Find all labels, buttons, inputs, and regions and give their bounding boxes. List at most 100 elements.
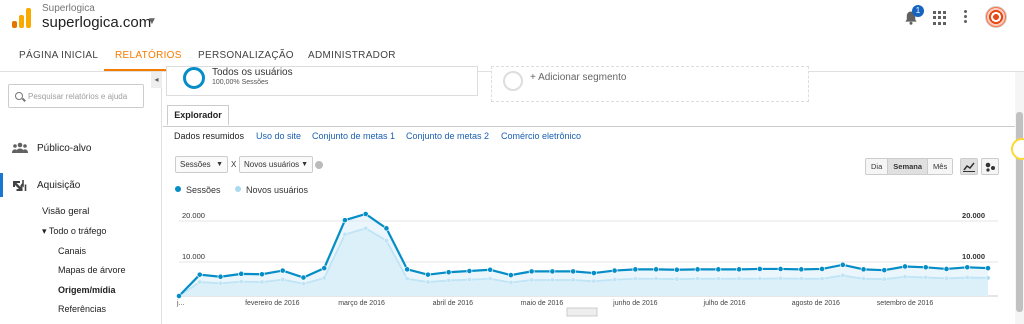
metric2-select[interactable]: Novos usuários ▼ <box>239 156 313 173</box>
sidebar-item-publico-alvo[interactable]: Público-alvo <box>37 143 91 154</box>
data-point <box>425 271 431 278</box>
tab-administrador[interactable]: ADMINISTRADOR <box>308 50 396 61</box>
line-chart-button[interactable] <box>960 158 978 175</box>
sidebar-item-todo-trafego[interactable]: ▾ Todo o tráfego <box>42 226 106 237</box>
data-point <box>196 271 203 278</box>
data-point <box>653 266 660 273</box>
data-point <box>466 268 473 274</box>
period-dia-button[interactable]: Dia <box>866 159 889 174</box>
data-point <box>342 217 348 224</box>
data-point <box>756 266 763 272</box>
sidebar-item-canais[interactable]: Canais <box>58 246 86 256</box>
remove-metric-icon[interactable] <box>315 161 323 169</box>
search-icon <box>15 92 23 100</box>
subtab-dados-resumidos[interactable]: Dados resumidos <box>174 131 244 141</box>
subtab-uso-do-site[interactable]: Uso do site <box>256 131 301 141</box>
legend-sessoes[interactable]: Sessões <box>175 185 221 195</box>
add-segment[interactable]: + Adicionar segmento <box>491 66 809 102</box>
period-mes-button[interactable]: Mês <box>928 159 953 174</box>
sidebar-item-mapas-arvore[interactable]: Mapas de árvore <box>58 265 126 275</box>
y-tick-label-right: 10.000 <box>962 252 985 261</box>
period-semana-button[interactable]: Semana <box>888 159 929 174</box>
data-point <box>922 264 929 271</box>
legend-label: Sessões <box>186 185 221 195</box>
data-point <box>570 268 577 275</box>
x-tick-label: j... <box>176 300 184 307</box>
tab-explorador[interactable]: Explorador <box>167 105 229 126</box>
subtab-comercio-eletronico[interactable]: Comércio eletrônico <box>501 131 581 141</box>
tab-pagina-inicial[interactable]: PÁGINA INICIAL <box>19 50 98 61</box>
segment-detail: 100,00% Sessões <box>212 79 269 86</box>
legend-dot <box>235 186 241 192</box>
y-tick-label: 20.000 <box>182 211 205 220</box>
data-point <box>362 211 369 217</box>
data-point <box>507 272 514 278</box>
x-tick-label: agosto de 2016 <box>792 300 840 307</box>
legend-novos-usuarios[interactable]: Novos usuários <box>235 185 308 195</box>
chevron-down-icon: ▼ <box>301 161 308 168</box>
metric1-select[interactable]: Sessões ▼ <box>175 156 228 173</box>
data-point <box>715 266 722 273</box>
data-point <box>943 266 950 272</box>
x-tick-label: abril de 2016 <box>433 300 474 307</box>
segment-all-users[interactable]: Todos os usuários 100,00% Sessões <box>166 66 478 96</box>
bubble-chart-icon <box>985 162 995 172</box>
data-point <box>881 267 888 274</box>
sidebar-item-referencias[interactable]: Referências <box>58 304 106 314</box>
data-point <box>777 266 784 272</box>
legend-label: Novos usuários <box>246 185 309 195</box>
segment-name: Todos os usuários <box>212 67 293 78</box>
metric2-value: Novos usuários <box>244 160 300 169</box>
chevron-down-icon[interactable]: ▼ <box>147 16 157 27</box>
data-point <box>279 267 286 274</box>
subtab-conjunto-metas-2[interactable]: Conjunto de metas 2 <box>406 131 489 141</box>
period-selector: Dia Semana Mês <box>865 158 954 175</box>
data-point <box>300 274 307 281</box>
active-item-indicator <box>0 173 3 197</box>
divider <box>163 126 1015 127</box>
x-tick-label: junho de 2016 <box>612 300 657 307</box>
sidebar-item-visao-geral[interactable]: Visão geral <box>42 206 89 217</box>
data-point <box>238 270 245 277</box>
x-tick-label: julho de 2016 <box>703 300 746 307</box>
notification-badge: 1 <box>912 5 924 17</box>
motion-chart-button[interactable] <box>981 158 999 175</box>
collapse-sidebar-button[interactable]: ◂ <box>151 72 162 88</box>
data-point <box>383 225 390 232</box>
data-point <box>839 261 846 268</box>
data-point <box>259 271 265 278</box>
subtab-conjunto-metas-1[interactable]: Conjunto de metas 1 <box>312 131 395 141</box>
data-point <box>798 266 805 273</box>
sidebar-item-aquisicao[interactable]: Aquisição <box>37 180 80 191</box>
account-selector[interactable]: superlogica.com <box>42 14 151 31</box>
data-point <box>404 266 411 273</box>
more-vert-icon[interactable] <box>964 10 968 25</box>
data-point <box>985 265 991 272</box>
data-point <box>590 270 597 276</box>
data-point <box>860 266 867 273</box>
line-chart: 20.000 20.000 10.000 10.000 j... fevereiro de… <box>176 211 998 317</box>
add-segment-label: + Adicionar segmento <box>530 72 627 83</box>
tab-relatorios[interactable]: RELATÓRIOS <box>115 50 182 61</box>
x-tick-label: fevereiro de 2016 <box>245 300 300 307</box>
report-area: Todos os usuários 100,00% Sessões + Adic… <box>163 66 1015 324</box>
data-point <box>217 273 224 280</box>
x-tick-label: setembro de 2016 <box>877 300 934 307</box>
analytics-logo-icon[interactable] <box>12 8 32 28</box>
data-point <box>528 268 535 275</box>
search-box <box>8 84 144 108</box>
data-point <box>487 266 494 273</box>
tab-personalizacao[interactable]: PERSONALIZAÇÃO <box>198 50 294 61</box>
people-icon <box>12 142 28 153</box>
x-tick-label: maio de 2016 <box>521 300 564 307</box>
y-tick-label: 10.000 <box>182 252 205 261</box>
page-scrollbar[interactable] <box>1015 72 1024 324</box>
sidebar-item-origem-midia[interactable]: Origem/mídia <box>58 285 116 295</box>
app-bar: Superlogica superlogica.com ▼ 1 <box>0 0 1024 38</box>
search-input[interactable] <box>28 89 140 104</box>
org-name: Superlogica <box>42 3 95 14</box>
avatar[interactable] <box>985 6 1007 28</box>
apps-grid-icon[interactable] <box>933 11 947 25</box>
data-point <box>819 266 825 272</box>
data-point <box>176 293 182 299</box>
